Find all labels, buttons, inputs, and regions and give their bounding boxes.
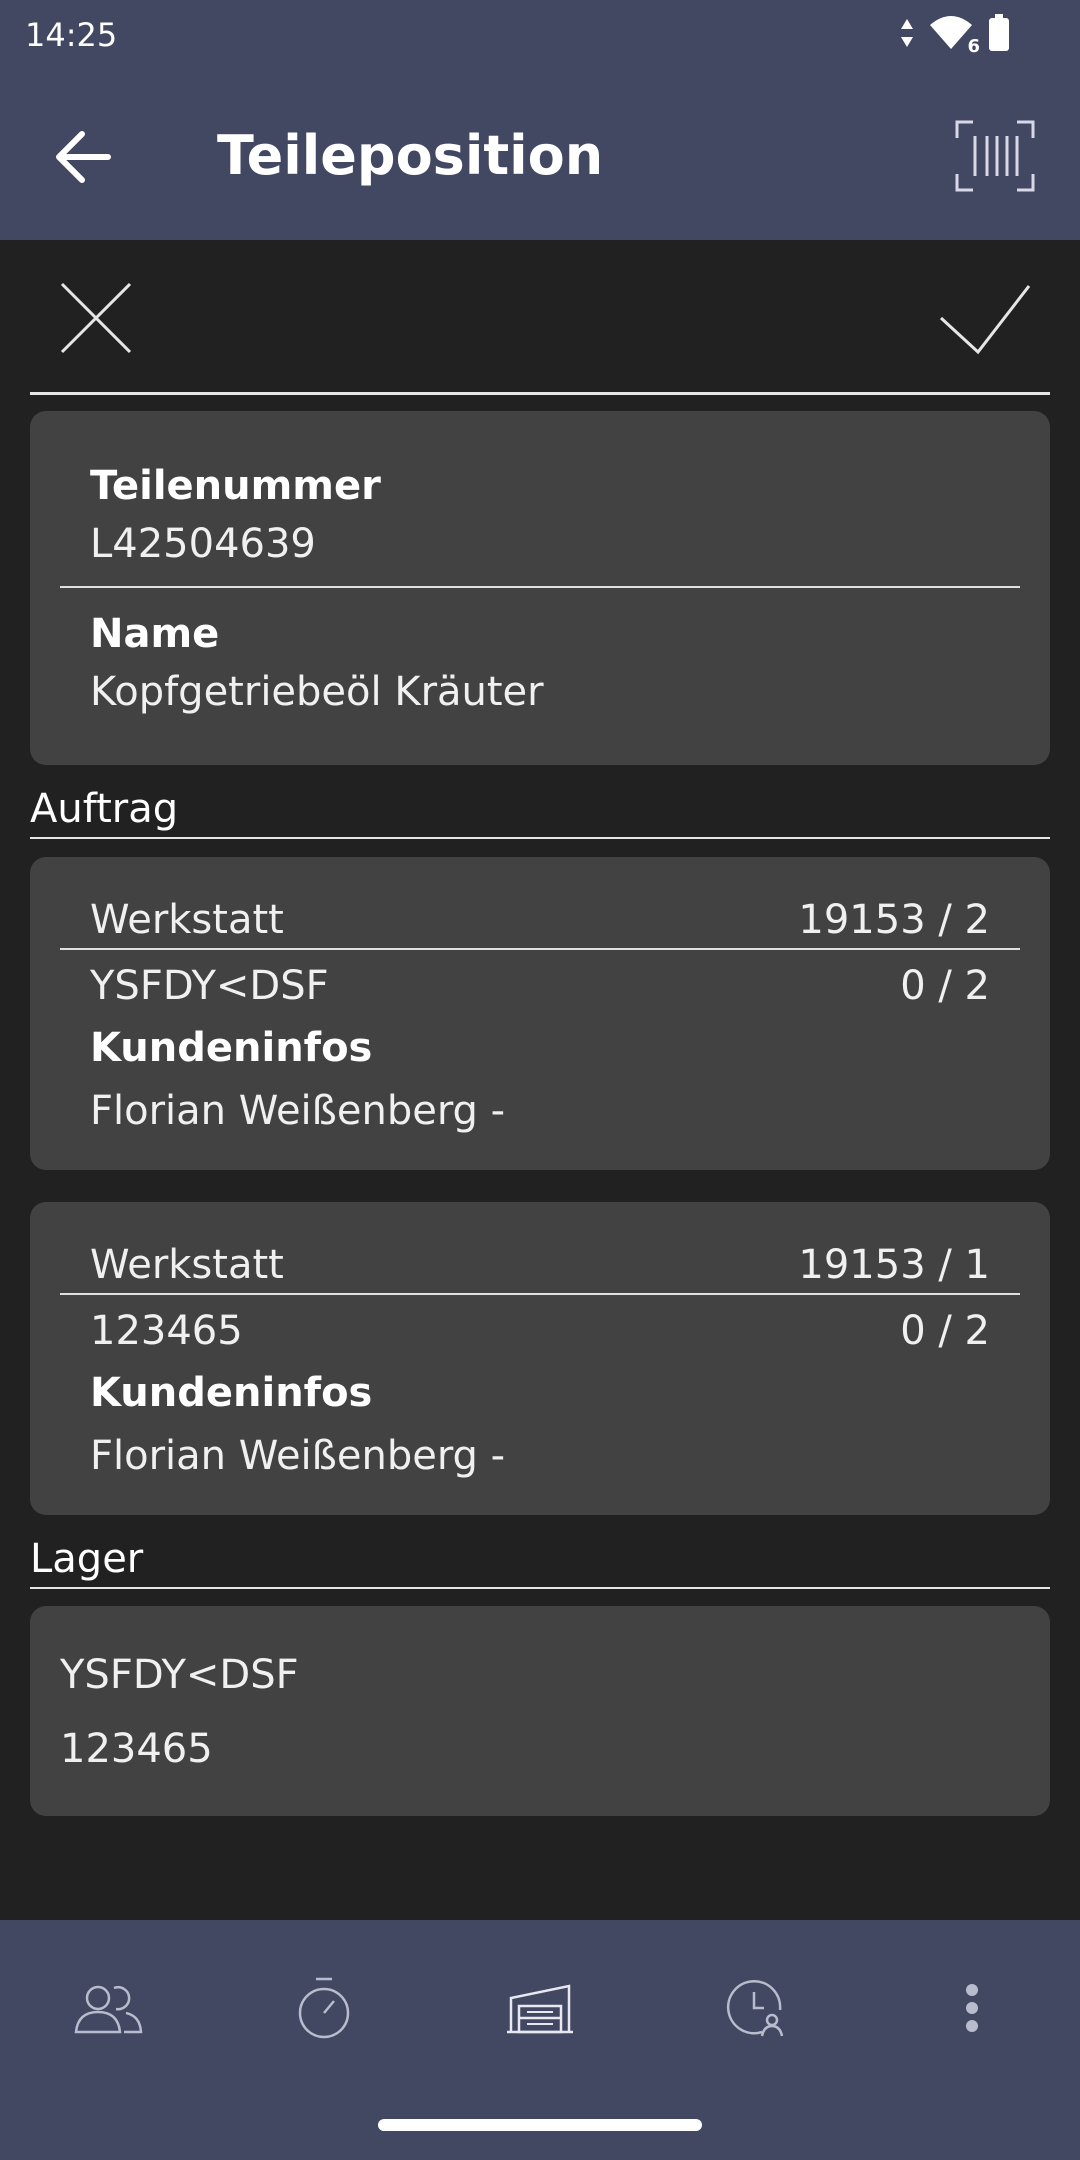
- customer-info-label: Kundeninfos: [90, 1370, 373, 1416]
- lager-divider: [30, 1587, 1050, 1589]
- part-number-value: L42504639: [90, 521, 316, 567]
- order-number: 19153 / 2: [798, 897, 990, 943]
- nav-timer[interactable]: [284, 1970, 364, 2050]
- customer-name: Florian Weißenberg -: [90, 1088, 506, 1134]
- customer-info-label: Kundeninfos: [90, 1025, 373, 1071]
- data-arrows-icon: [900, 17, 914, 53]
- part-name-value: Kopfgetriebeöl Kräuter: [90, 669, 544, 715]
- status-icons: 6: [900, 14, 1010, 57]
- page-title: Teileposition: [217, 124, 604, 187]
- stopwatch-icon: [296, 1977, 352, 2043]
- bottom-nav: [0, 1920, 1080, 2160]
- confirm-button[interactable]: [938, 280, 1032, 356]
- status-bar: 14:25 6: [0, 0, 1080, 72]
- app-bar: Teileposition: [0, 72, 1080, 240]
- wifi-icon: 6: [928, 15, 980, 57]
- nav-more[interactable]: [932, 1970, 1012, 2050]
- part-card: Teilenummer L42504639 Name Kopfgetriebeö…: [30, 411, 1050, 765]
- nav-warehouse[interactable]: [500, 1970, 580, 2050]
- part-name-label: Name: [90, 611, 220, 657]
- home-indicator[interactable]: [378, 2119, 702, 2131]
- nav-time-tracking[interactable]: [716, 1970, 796, 2050]
- nav-customers[interactable]: [68, 1970, 148, 2050]
- warehouse-icon: [505, 1982, 575, 2038]
- order-card[interactable]: Werkstatt 19153 / 1 123465 0 / 2 Kundeni…: [30, 1202, 1050, 1515]
- battery-icon: [988, 14, 1010, 56]
- order-code: YSFDY<DSF: [90, 963, 329, 1009]
- lager-item: 123465: [60, 1726, 213, 1772]
- order-card-divider: [60, 948, 1020, 950]
- order-card-divider: [60, 1293, 1020, 1295]
- wifi-badge: 6: [967, 36, 980, 57]
- people-icon: [72, 1982, 144, 2038]
- order-quantity: 0 / 2: [900, 963, 990, 1009]
- back-button[interactable]: [48, 122, 118, 192]
- clock-user-icon: [726, 1978, 786, 2042]
- barcode-scan-button[interactable]: [955, 120, 1035, 192]
- order-label: Werkstatt: [90, 1242, 284, 1288]
- lager-item: YSFDY<DSF: [60, 1652, 299, 1698]
- check-icon: [938, 285, 1032, 360]
- close-icon: [58, 282, 134, 360]
- arrow-left-icon: [48, 131, 118, 196]
- order-number: 19153 / 1: [798, 1242, 990, 1288]
- order-label: Werkstatt: [90, 897, 284, 943]
- auftrag-divider: [30, 837, 1050, 839]
- lager-card[interactable]: YSFDY<DSF 123465: [30, 1606, 1050, 1816]
- action-row: [0, 240, 1080, 393]
- more-vert-icon: [965, 1983, 979, 2037]
- action-divider: [30, 392, 1050, 395]
- cancel-button[interactable]: [58, 280, 134, 356]
- auftrag-section-title: Auftrag: [30, 786, 179, 832]
- lager-section-title: Lager: [30, 1536, 144, 1582]
- part-number-label: Teilenummer: [90, 463, 381, 509]
- customer-name: Florian Weißenberg -: [90, 1433, 506, 1479]
- status-time: 14:25: [25, 16, 118, 54]
- part-card-divider: [60, 586, 1020, 588]
- order-card[interactable]: Werkstatt 19153 / 2 YSFDY<DSF 0 / 2 Kund…: [30, 857, 1050, 1170]
- order-quantity: 0 / 2: [900, 1308, 990, 1354]
- barcode-scan-icon: [955, 120, 1035, 196]
- order-code: 123465: [90, 1308, 243, 1354]
